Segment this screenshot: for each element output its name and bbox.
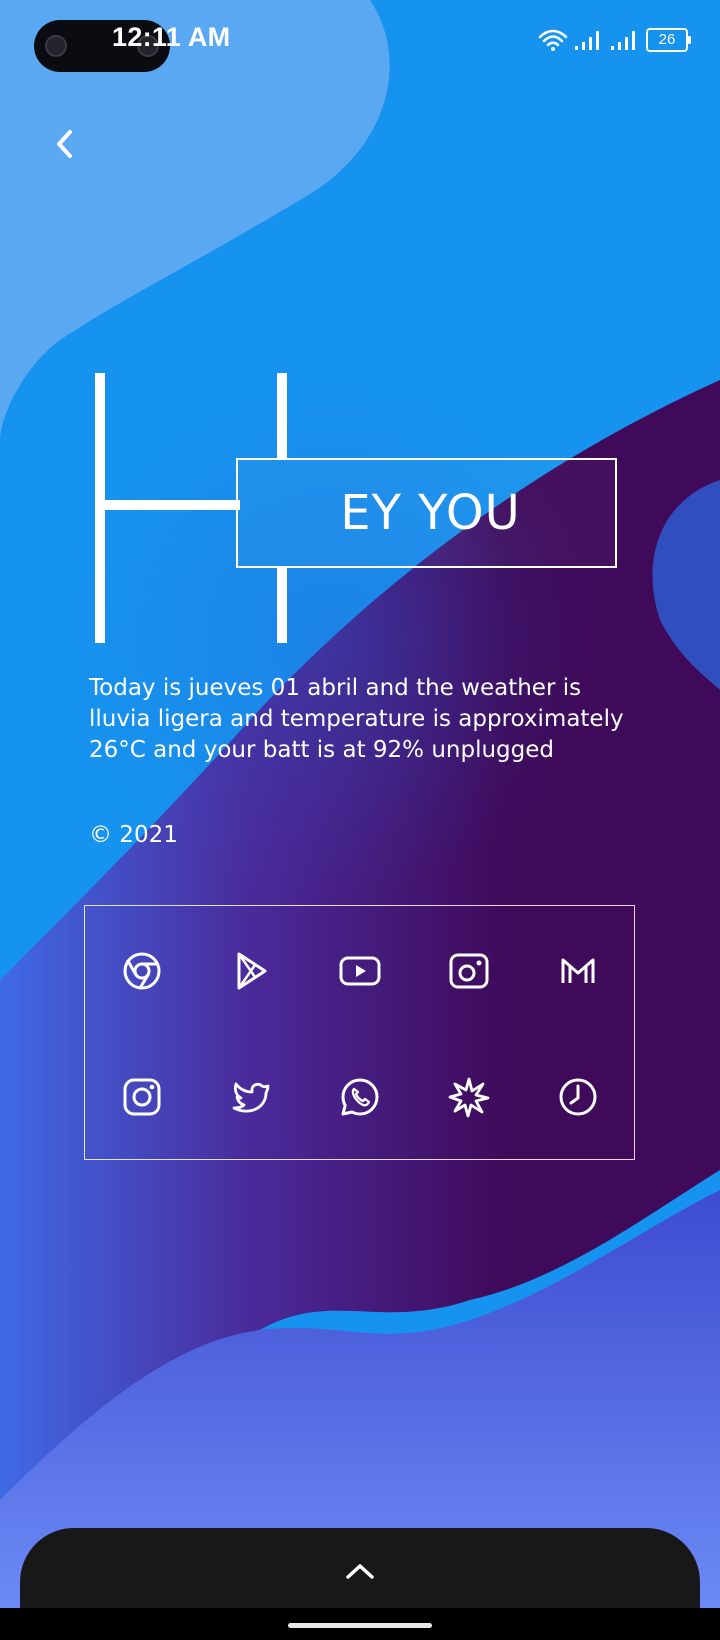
chrome-app-button[interactable] — [120, 949, 164, 993]
chevron-left-icon — [57, 130, 72, 158]
youtube-app-button[interactable] — [338, 949, 382, 993]
dock-expand-button[interactable] — [340, 1556, 380, 1586]
h-letter-right-bar-top — [277, 373, 287, 460]
photos-icon — [448, 1077, 490, 1118]
photos-app-button[interactable] — [447, 1075, 491, 1119]
wallpaper — [0, 0, 720, 1640]
twitter-icon — [232, 1082, 270, 1113]
instagram-app-button[interactable] — [120, 1075, 164, 1119]
h-letter-right-bar-bottom — [277, 567, 287, 643]
camera-lens-icon — [45, 35, 67, 57]
greeting-box: EY YOU — [236, 458, 617, 568]
home-gesture-bar[interactable] — [288, 1623, 432, 1628]
play-store-icon — [237, 952, 267, 990]
copyright-text: © 2021 — [89, 822, 178, 848]
clock-app-button[interactable] — [556, 1075, 600, 1119]
greeting-title: EY YOU — [340, 485, 521, 541]
whatsapp-app-button[interactable] — [338, 1075, 382, 1119]
clock-icon — [559, 1078, 597, 1116]
battery-icon: 26 — [646, 28, 691, 52]
status-icons: 26 — [538, 28, 691, 52]
chrome-icon — [123, 952, 161, 990]
info-text: Today is jueves 01 abril and the weather… — [89, 675, 624, 763]
chevron-up-icon — [346, 1564, 374, 1579]
signal-icon — [611, 31, 635, 50]
wifi-icon — [538, 29, 568, 51]
play-store-app-button[interactable] — [229, 949, 273, 993]
camera-app-button[interactable] — [447, 949, 491, 993]
app-grid — [84, 905, 635, 1160]
instagram-icon — [123, 1078, 161, 1116]
status-time: 12:11 AM — [112, 22, 231, 52]
gmail-icon — [561, 958, 595, 983]
signal-icon — [575, 31, 599, 50]
h-letter-crossbar — [100, 500, 240, 510]
back-button[interactable] — [44, 118, 84, 168]
gmail-app-button[interactable] — [556, 949, 600, 993]
youtube-icon — [339, 956, 381, 986]
camera-icon — [449, 953, 489, 989]
whatsapp-icon — [341, 1078, 379, 1116]
twitter-app-button[interactable] — [229, 1075, 273, 1119]
